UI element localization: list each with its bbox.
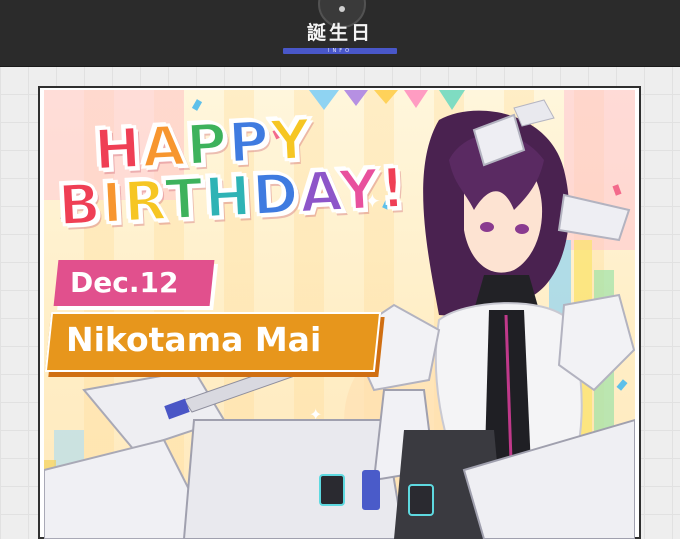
headline-letter: D xyxy=(249,160,303,230)
headline-letter: B xyxy=(55,170,105,240)
birthday-date: Dec.12 xyxy=(70,266,179,299)
headline-letter: R xyxy=(120,167,168,237)
headline-letter: H xyxy=(201,163,255,233)
headline-letter: A xyxy=(296,158,341,228)
page-title: 誕生日 xyxy=(306,22,373,44)
headline-letter: T xyxy=(162,165,208,235)
page-subtitle: INFO xyxy=(327,48,353,54)
birthday-banner: ✦ ✦ ✦ xyxy=(44,90,635,539)
character-name: Nikotama Mai xyxy=(66,320,322,359)
headline-letter: ! xyxy=(377,154,410,223)
headline-letter: Y xyxy=(335,156,383,226)
top-header-bar: 誕生日 INFO xyxy=(0,0,680,67)
